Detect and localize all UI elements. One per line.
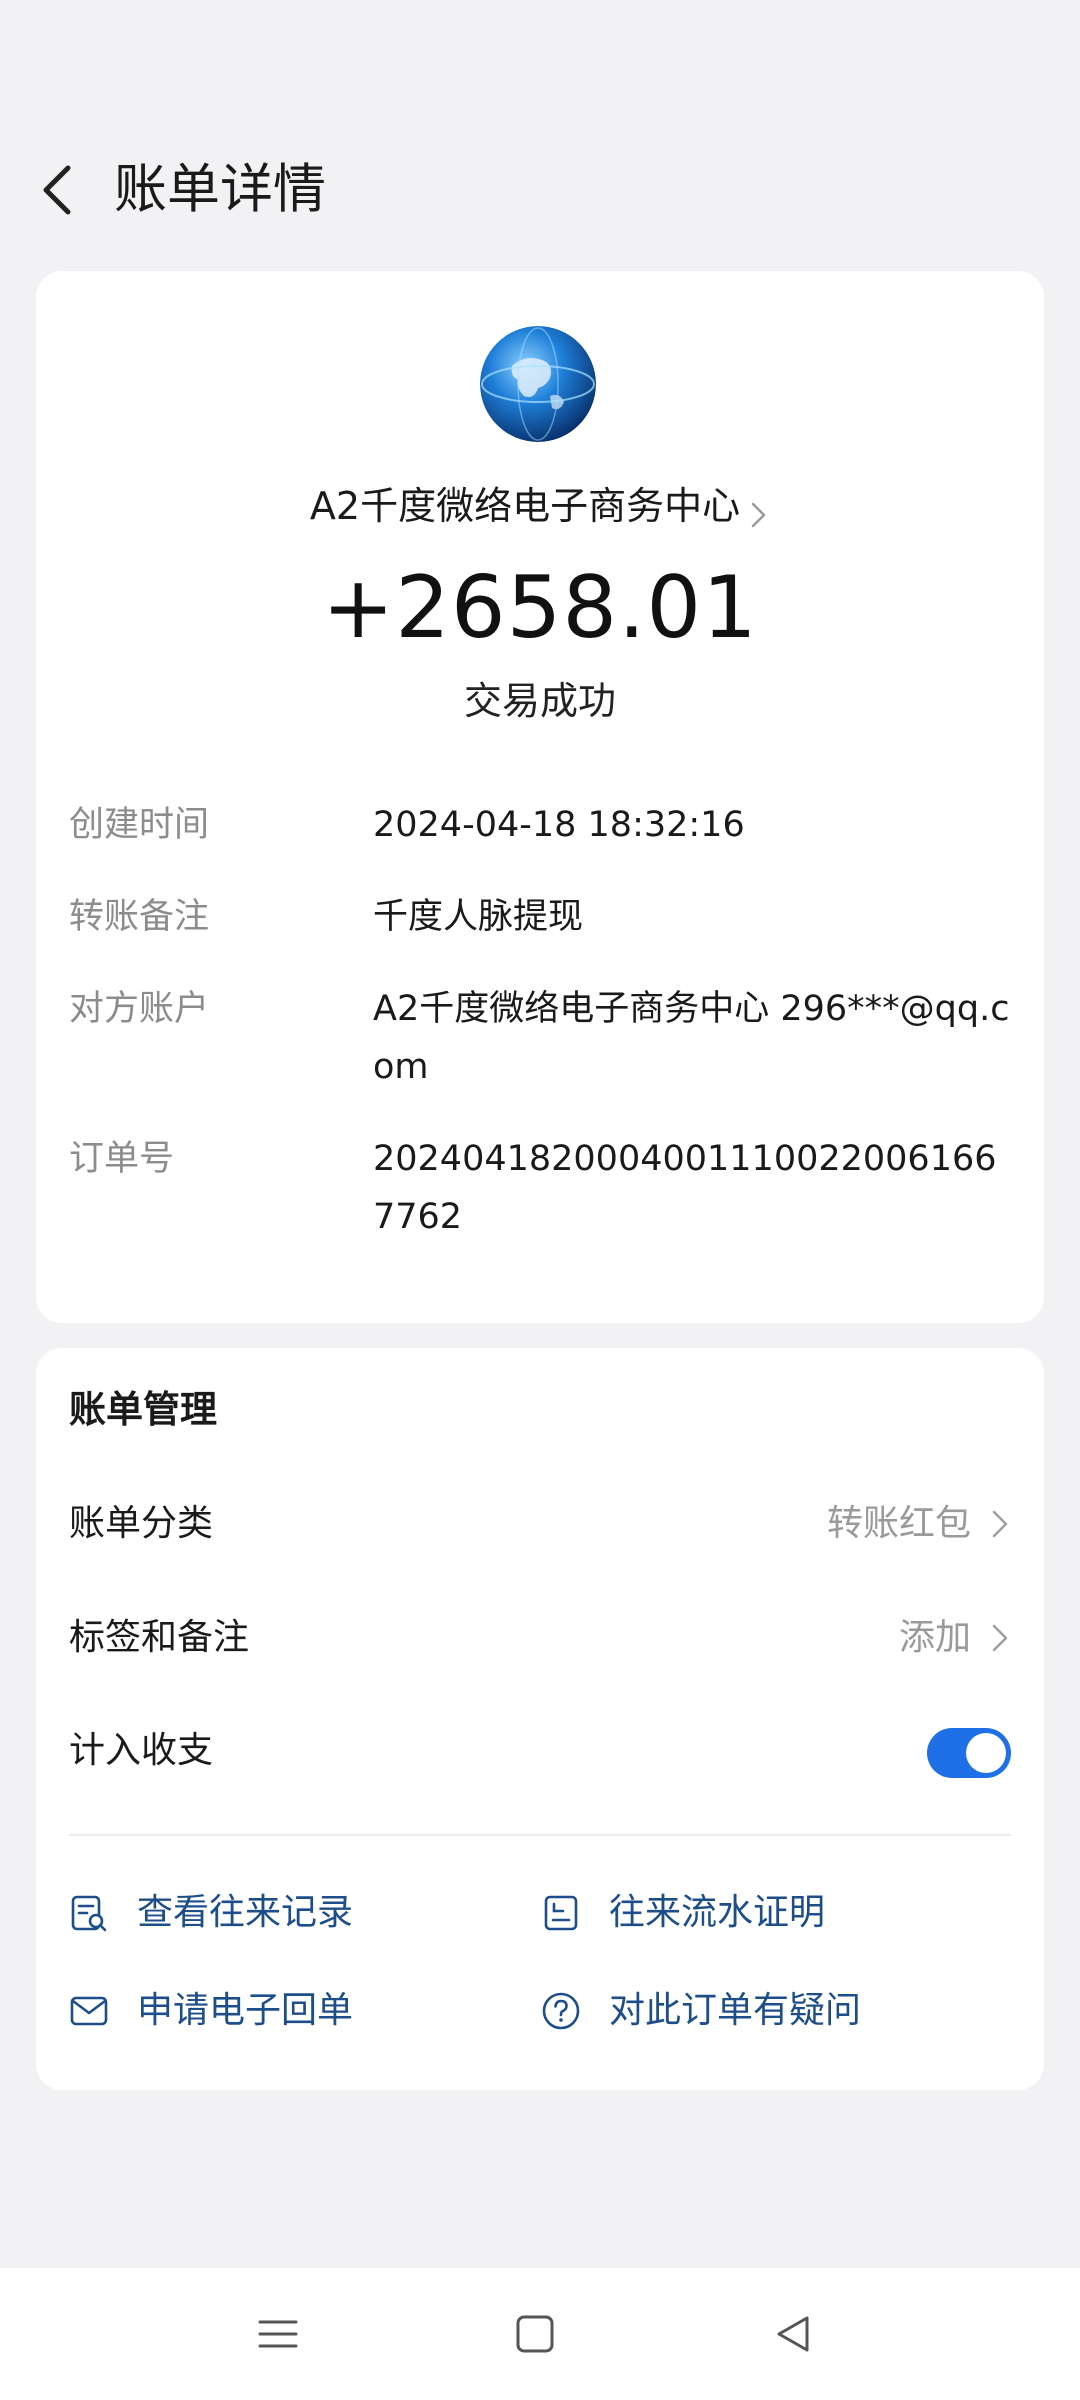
merchant-avatar[interactable]	[480, 326, 596, 442]
detail-value: 千度人脉提现	[373, 897, 584, 937]
detail-value: A2千度微络电子商务中心 296***@qq.com	[373, 989, 1010, 1087]
toggle-knob	[966, 1733, 1006, 1773]
bill-category-value: 转账红包	[826, 1503, 971, 1544]
menu-icon	[258, 2320, 298, 2348]
divider	[69, 1834, 1011, 1836]
detail-label: 转账备注	[69, 897, 210, 937]
bill-category-row[interactable]: 账单分类 转账红包	[69, 1489, 1011, 1559]
question-circle-icon	[542, 1992, 580, 2030]
app-header: 账单详情	[0, 140, 1080, 240]
system-nav-bar	[0, 2268, 1080, 2400]
action-label: 对此订单有疑问	[609, 1990, 862, 2031]
detail-value[interactable]: 20240418200040011100220061667762	[373, 1130, 1013, 1246]
chevron-right-icon	[751, 502, 766, 527]
envelope-icon	[70, 1996, 108, 2026]
include-in-stats-label: 计入收支	[69, 1730, 214, 1771]
action-label: 申请电子回单	[137, 1990, 354, 2031]
chevron-right-icon	[992, 1624, 1008, 1652]
detail-label: 对方账户	[69, 989, 210, 1029]
back-triangle-icon	[777, 2316, 809, 2352]
include-in-stats-row: 计入收支	[69, 1716, 1011, 1786]
nav-menu-button[interactable]	[248, 2304, 308, 2364]
transaction-amount: +2658.01	[322, 558, 758, 658]
bill-management-card: 账单管理 账单分类 转账红包 标签和备注 添加 计入收支 查看往来记录 往来流水…	[36, 1348, 1044, 2090]
detail-value: 2024-04-18 18:32:16	[373, 805, 745, 845]
merchant-name: A2千度微络电子商务中心	[309, 484, 741, 528]
detail-label: 订单号	[69, 1139, 175, 1179]
transaction-card: A2千度微络电子商务中心 +2658.01 交易成功 创建时间 2024-04-…	[36, 271, 1044, 1323]
home-square-icon	[516, 2315, 554, 2353]
tags-notes-row[interactable]: 标签和备注 添加	[69, 1603, 1011, 1673]
bill-category-label: 账单分类	[69, 1503, 214, 1544]
chevron-right-icon	[992, 1510, 1008, 1538]
action-label: 往来流水证明	[609, 1892, 826, 1933]
nav-back-button[interactable]	[763, 2304, 823, 2364]
transaction-status: 交易成功	[463, 679, 616, 723]
action-label: 查看往来记录	[137, 1892, 354, 1933]
tags-notes-value: 添加	[898, 1617, 971, 1658]
include-in-stats-toggle[interactable]	[927, 1728, 1011, 1778]
nav-home-button[interactable]	[505, 2304, 565, 2364]
records-search-icon	[71, 1895, 107, 1932]
globe-logo-avatar	[480, 326, 596, 442]
statement-proof-icon	[544, 1895, 578, 1931]
section-title: 账单管理	[69, 1388, 217, 1431]
chevron-left-icon	[43, 165, 71, 215]
detail-label: 创建时间	[69, 805, 210, 845]
tags-notes-label: 标签和备注	[69, 1617, 250, 1658]
merchant-row[interactable]: A2千度微络电子商务中心	[36, 471, 1044, 541]
back-button[interactable]	[32, 150, 112, 230]
page-title: 账单详情	[114, 159, 326, 220]
